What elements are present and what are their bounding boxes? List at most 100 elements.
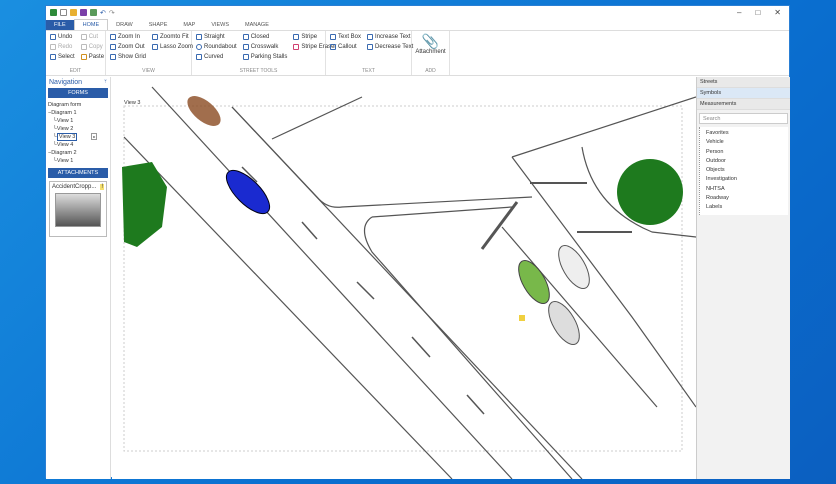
lasso-icon	[152, 44, 159, 50]
pin-icon[interactable]: ᛘ	[104, 79, 107, 86]
undo-button[interactable]: Undo	[50, 33, 75, 41]
attachment-button[interactable]: 📎 Attachment	[415, 33, 445, 55]
category-item[interactable]: Roadway	[706, 194, 788, 203]
redo-icon[interactable]: ↷	[109, 9, 115, 17]
section-symbols[interactable]: Symbols	[697, 88, 790, 99]
increase-text-button[interactable]: Increase Text	[367, 33, 413, 41]
category-item[interactable]: Outdoor	[706, 157, 788, 166]
roundabout-label: Roundabout	[204, 44, 237, 50]
roads	[123, 86, 696, 479]
minimize-button[interactable]: –	[737, 8, 741, 17]
open-icon[interactable]	[70, 9, 77, 16]
group-label: EDIT	[69, 68, 82, 74]
symbol-search-input[interactable]: Search	[699, 113, 788, 124]
stripe-label: Stripe	[301, 34, 318, 40]
forms-tree: Diagram form −Diagram 1 └View 1 └View 2 …	[46, 98, 110, 168]
show-grid-button[interactable]: Show Grid	[110, 53, 146, 61]
paperclip-icon: 📎	[421, 33, 440, 49]
navigation-panel: Navigation ᛘ FORMS Diagram form −Diagram …	[46, 77, 111, 479]
attachment-badge-icon[interactable]: !	[100, 184, 104, 190]
zoom-out-button[interactable]: Zoom Out	[110, 43, 146, 51]
section-streets[interactable]: Streets	[697, 77, 790, 88]
eraser-icon	[293, 44, 300, 50]
paste-button[interactable]: Paste	[80, 53, 104, 61]
attachment-item[interactable]: AccidentCropp...!	[49, 181, 107, 237]
tab-home[interactable]: HOME	[73, 19, 109, 30]
new-icon[interactable]	[60, 9, 67, 16]
group-street-tools: Straight Roundabout Curved Closed Crossw…	[192, 31, 336, 75]
category-item[interactable]: Investigation	[706, 175, 788, 184]
redo-button[interactable]: Redo	[50, 43, 75, 51]
undo-icon[interactable]: ↶	[100, 9, 106, 17]
zoom-in-button[interactable]: Zoom In	[110, 33, 146, 41]
tree-item[interactable]: Diagram 2	[51, 150, 76, 156]
decrease-text-icon	[367, 44, 374, 50]
tree-right	[617, 159, 683, 225]
select-button[interactable]: Select	[50, 53, 75, 61]
cut-icon	[80, 34, 87, 40]
straight-label: Straight	[204, 34, 225, 40]
curved-button[interactable]: Curved	[196, 53, 237, 61]
zoom-to-fit-button[interactable]: Zoomto Fit	[152, 33, 193, 41]
tree-item[interactable]: Diagram form	[48, 101, 108, 109]
tree-item-selected[interactable]: View 3	[56, 133, 78, 141]
save-icon[interactable]	[80, 9, 87, 16]
group-label: STREET TOOLS	[239, 68, 278, 74]
category-item[interactable]: Objects	[706, 166, 788, 175]
callout-button[interactable]: Callout	[330, 43, 361, 51]
group-label: VIEW	[142, 68, 155, 74]
straight-button[interactable]: Straight	[196, 33, 237, 41]
callout-icon	[330, 44, 336, 50]
group-add: 📎 Attachment ADD	[412, 31, 450, 75]
symbols-panel: Streets Symbols Measurements Search Favo…	[696, 77, 790, 479]
copy-icon	[80, 44, 87, 50]
closed-button[interactable]: Closed	[242, 33, 288, 41]
tree-item[interactable]: View 1	[57, 118, 73, 124]
category-item[interactable]: Vehicle	[706, 138, 788, 147]
maximize-button[interactable]: □	[755, 8, 760, 17]
lasso-zoom-button[interactable]: Lasso Zoom	[152, 43, 193, 51]
cut-label: Cut	[88, 34, 99, 40]
tab-draw[interactable]: DRAW	[108, 20, 141, 30]
tab-views[interactable]: VIEWS	[203, 20, 237, 30]
callout-label: Callout	[338, 44, 357, 50]
attachments-header[interactable]: ATTACHMENTS	[48, 168, 108, 178]
category-item[interactable]: Favorites	[706, 129, 788, 138]
closed-label: Closed	[250, 34, 270, 40]
category-item[interactable]: Person	[706, 148, 788, 157]
cut-button[interactable]: Cut	[80, 33, 104, 41]
tab-manage[interactable]: MANAGE	[237, 20, 277, 30]
undo-icon	[50, 34, 56, 40]
forms-header[interactable]: FORMS	[48, 88, 108, 98]
view-options-icon[interactable]: ▸	[91, 133, 98, 140]
tree-item[interactable]: View 2	[57, 126, 73, 132]
tab-shape[interactable]: SHAPE	[141, 20, 176, 30]
text-box-button[interactable]: Text Box	[330, 33, 361, 41]
zoom-in-icon	[110, 34, 116, 40]
category-item[interactable]: Labels	[706, 203, 788, 212]
roundabout-button[interactable]: Roundabout	[196, 43, 237, 51]
category-item[interactable]: NHTSA	[706, 185, 788, 194]
tab-map[interactable]: MAP	[175, 20, 203, 30]
drawing-canvas[interactable]: View 3	[112, 77, 696, 479]
tree-item[interactable]: View 4	[57, 142, 73, 148]
decrease-text-button[interactable]: Decrease Text	[367, 43, 413, 51]
closed-icon	[242, 34, 249, 40]
zoom-out-icon	[110, 44, 116, 50]
group-view: Zoom In Zoom Out Show Grid Zoomto Fit La…	[106, 31, 193, 75]
stripe-icon	[293, 34, 300, 40]
roundabout-icon	[196, 44, 202, 50]
tree-item[interactable]: View 1	[57, 158, 73, 164]
increase-text-label: Increase Text	[375, 34, 411, 40]
section-measurements[interactable]: Measurements	[697, 99, 790, 110]
tree-item[interactable]: Diagram 1	[51, 110, 76, 116]
close-button[interactable]: ✕	[774, 8, 781, 17]
parking-stalls-button[interactable]: Parking Stalls	[242, 53, 287, 61]
title-bar: ↶ ↷ – □ ✕	[46, 6, 789, 19]
copy-button[interactable]: Copy	[80, 43, 104, 51]
white-car	[558, 245, 590, 289]
curved-label: Curved	[204, 54, 224, 60]
save-as-icon[interactable]	[90, 9, 97, 16]
tab-file[interactable]: FILE	[46, 20, 74, 30]
crosswalk-button[interactable]: Crosswalk	[242, 43, 288, 51]
